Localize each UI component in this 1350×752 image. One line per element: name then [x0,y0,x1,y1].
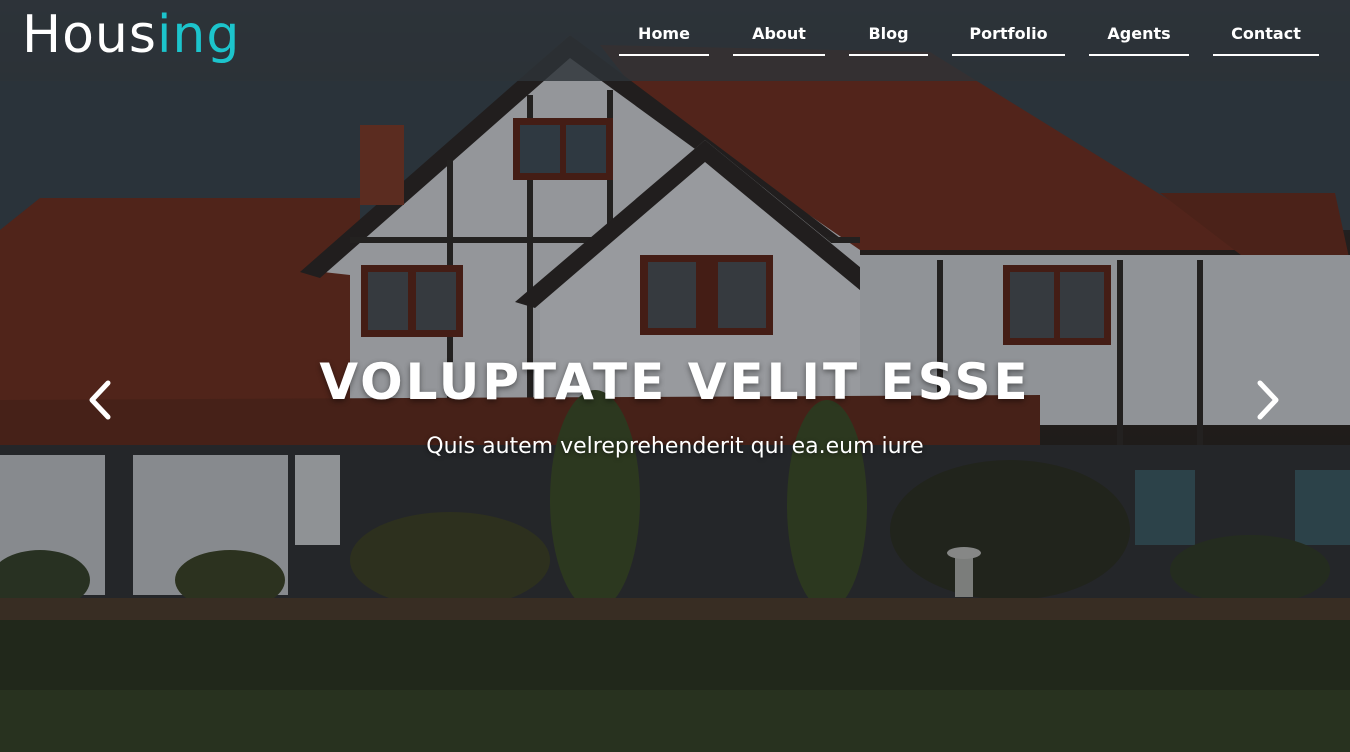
nav-contact[interactable]: Contact [1213,0,1319,56]
logo[interactable]: Housing [22,4,240,66]
logo-text-primary: Hous [22,5,157,65]
nav-home[interactable]: Home [619,0,709,56]
slide-subtitle: Quis autem velreprehenderit qui ea.eum i… [426,434,924,459]
slide-title: VOLUPTATE VELIT ESSE [319,353,1031,411]
main-nav: Home About Blog Portfolio Agents Contact [595,0,1319,81]
nav-agents[interactable]: Agents [1089,0,1189,56]
slide-caption: VOLUPTATE VELIT ESSE Quis autem velrepre… [0,350,1350,462]
hero-slider: Housing Home About Blog Portfolio Agents… [0,0,1350,752]
logo-text-accent: ing [156,5,241,65]
nav-portfolio[interactable]: Portfolio [952,0,1065,56]
nav-about[interactable]: About [733,0,825,56]
nav-blog[interactable]: Blog [849,0,928,56]
header-bar: Housing Home About Blog Portfolio Agents… [0,0,1350,81]
